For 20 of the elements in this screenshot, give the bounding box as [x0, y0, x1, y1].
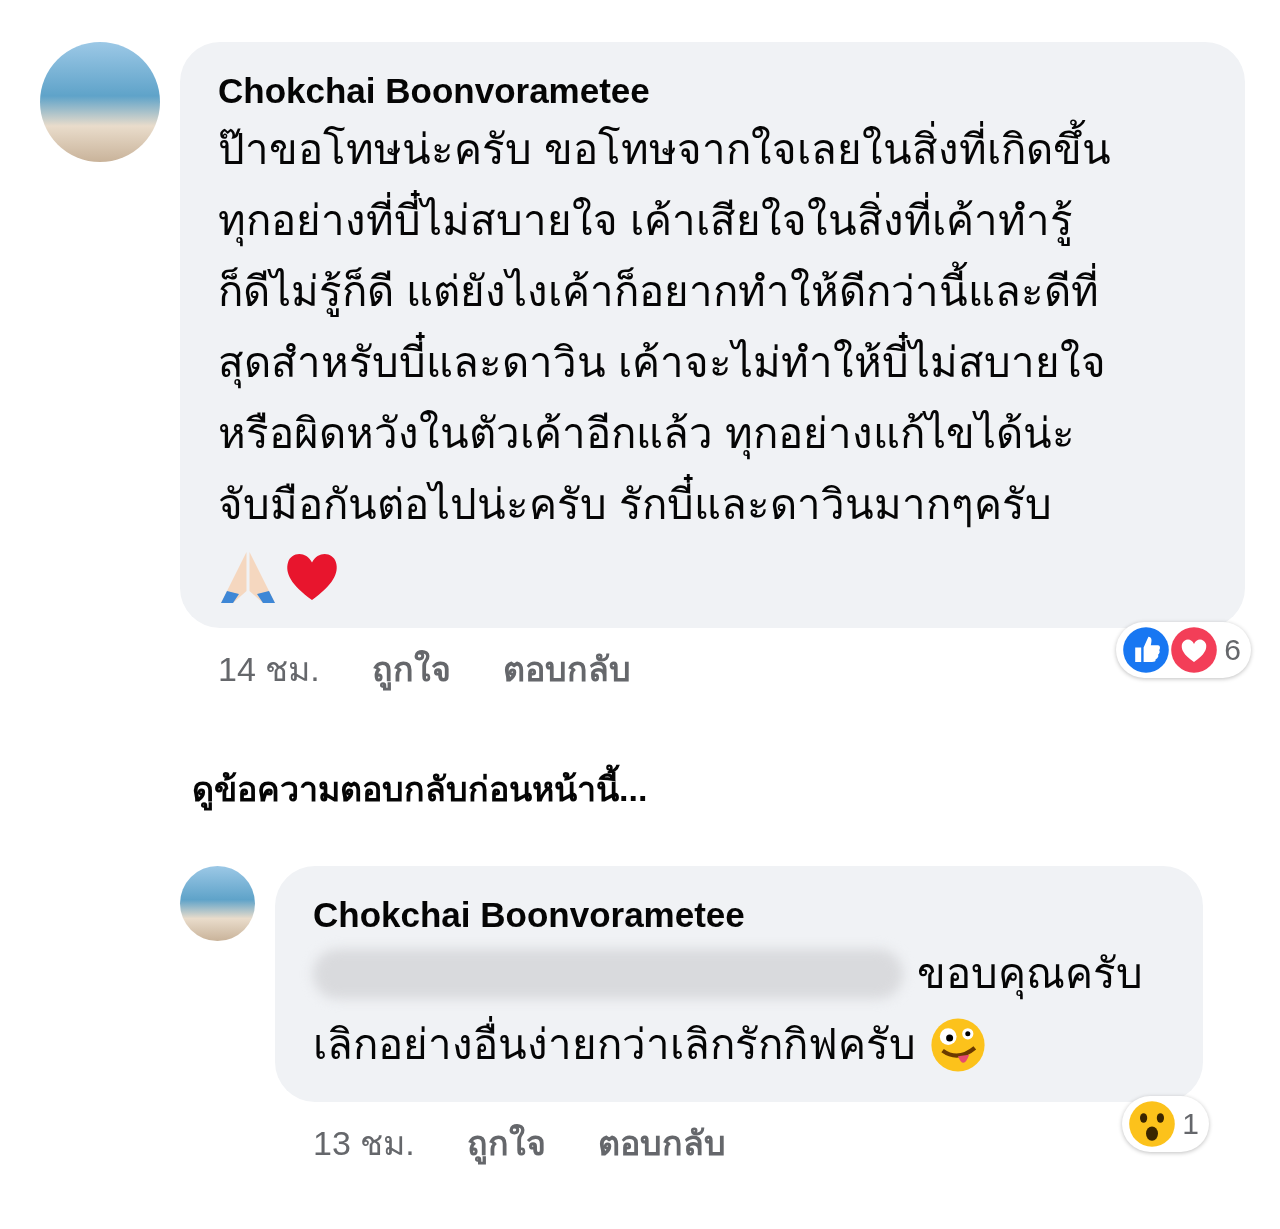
comment-time: 13 ชม.: [313, 1123, 415, 1164]
heart-reaction-icon: [1170, 626, 1219, 674]
silly-face-icon: [930, 1016, 986, 1073]
like-link[interactable]: ถูกใจ: [466, 1116, 546, 1170]
author-name[interactable]: Chokchai Boonvorametee: [218, 68, 1207, 114]
reply-link[interactable]: ตอบกลับ: [597, 1116, 726, 1170]
like-link[interactable]: ถูกใจ: [371, 642, 451, 696]
thumbs-up-icon: [1122, 626, 1171, 674]
reaction-count: 6: [1224, 633, 1241, 667]
comment-time: 14 ชม.: [218, 649, 320, 690]
reply-link[interactable]: ตอบกลับ: [502, 642, 631, 696]
previous-replies-link[interactable]: ดูข้อความตอบกลับก่อนหน้านี้...: [192, 762, 1280, 816]
reactions-summary[interactable]: 1: [1122, 1096, 1209, 1152]
comment-text: ป๊าขอโทษน่ะครับ ขอโทษจากใจเลยในสิ่งที่เกิดขึ้น ทุกอย่างที่บี๋ไม่สบายใจ เค้าเสียใจในสิ่งที่เค้าทำรู้ ก็ดีไม่รู้ก็ดี แต่ยังไงเค้าก็อยากทำให้ดีกว่านี้และดีที่ สุดสำหรับบี๋และดาวิน เค้าจะไม่ทำให้บี๋ไม่สบายใจ หรือผิดหวังในตัวเค้าอีกแล้ว ทุกอย่างแก้ไขได้น่ะ จับมือกันต่อไปน่ะครับ รักบี๋และดาวินมากๆครับ: [218, 114, 1207, 540]
surprised-face-icon: [1128, 1100, 1177, 1148]
reply-text: เลิกอย่างอื่นง่ายกว่าเลิกรักกิฟครับ: [313, 1009, 916, 1080]
reactions-summary[interactable]: 6: [1116, 622, 1251, 678]
author-name[interactable]: Chokchai Boonvorametee: [313, 892, 1165, 938]
reaction-count: 1: [1182, 1107, 1199, 1141]
reply-text: ขอบคุณครับ: [917, 938, 1143, 1009]
